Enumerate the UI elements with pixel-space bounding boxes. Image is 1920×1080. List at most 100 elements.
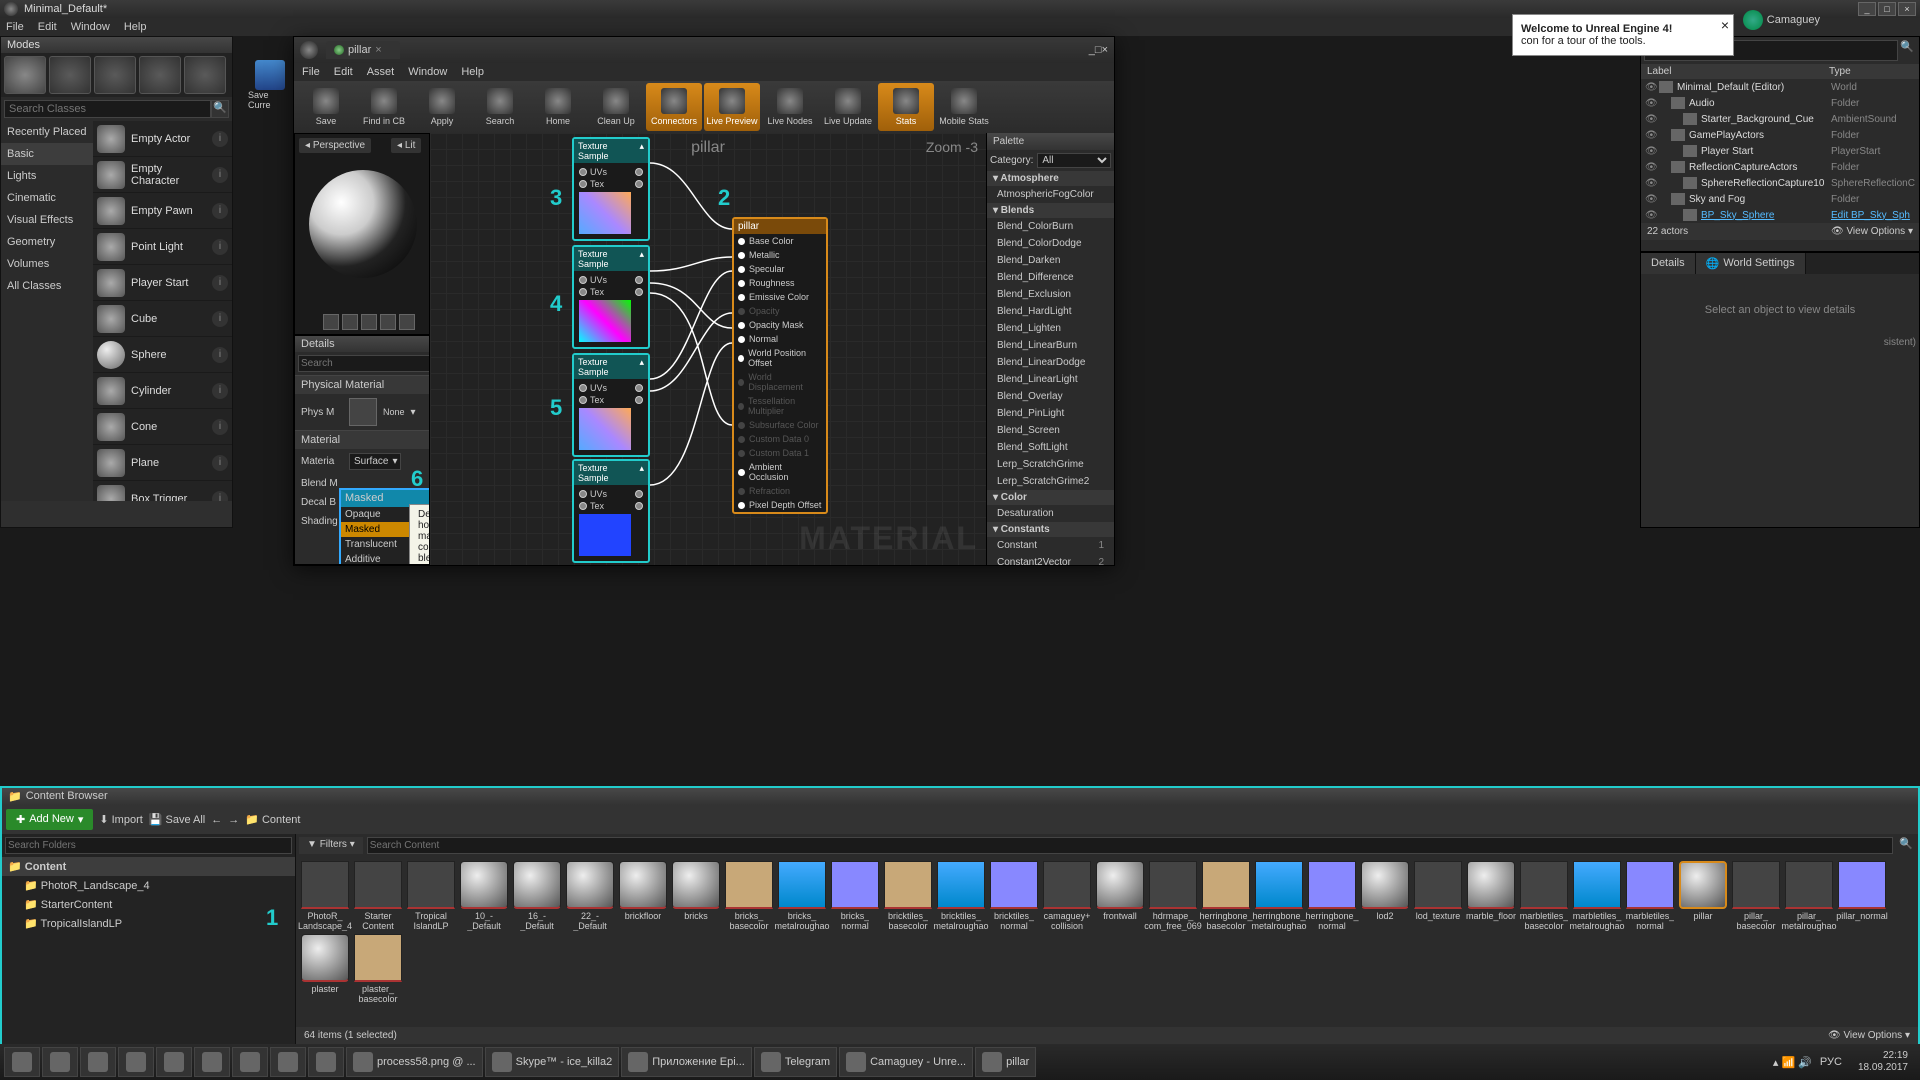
taskbar-item[interactable] bbox=[308, 1047, 344, 1077]
menu-help[interactable]: Help bbox=[124, 21, 147, 33]
outliner-row[interactable]: 👁Sky and FogFolder bbox=[1641, 191, 1919, 207]
actor-cone[interactable]: Conei bbox=[93, 409, 232, 445]
texture-sample-node-4[interactable]: Texture Sample▴ UVs Tex bbox=[572, 459, 650, 563]
find-in-cb-button[interactable]: Find in CB bbox=[356, 83, 412, 131]
info-icon[interactable]: i bbox=[212, 455, 228, 471]
output-pin-metallic[interactable]: Metallic bbox=[734, 248, 826, 262]
asset-item[interactable]: plaster_basecolor bbox=[353, 934, 403, 1004]
palette-section-blends[interactable]: ▾ Blends bbox=[987, 203, 1114, 218]
user-badge[interactable]: Camaguey bbox=[1743, 10, 1820, 30]
menu-edit[interactable]: Edit bbox=[38, 21, 57, 33]
cube-shape-button[interactable] bbox=[380, 314, 396, 330]
asset-item[interactable]: bricktiles_basecolor bbox=[883, 861, 933, 931]
palette-item[interactable]: Blend_PinLight bbox=[987, 405, 1114, 422]
maximize-button[interactable]: □ bbox=[1878, 2, 1896, 16]
material-graph[interactable]: pillar Zoom -3 MATERIAL 3 4 5 2 Texture … bbox=[430, 133, 986, 565]
palette-section-constants[interactable]: ▾ Constants bbox=[987, 522, 1114, 537]
menu-window[interactable]: Window bbox=[71, 21, 110, 33]
asset-item[interactable]: bricks_metalroughao bbox=[777, 861, 827, 931]
outliner-row[interactable]: 👁Starter_Background_CueAmbientSound bbox=[1641, 111, 1919, 127]
palette-item[interactable]: AtmosphericFogColor bbox=[987, 186, 1114, 203]
path-folder[interactable]: 📁 Content bbox=[245, 813, 300, 826]
category-volumes[interactable]: Volumes bbox=[1, 253, 93, 275]
output-pin-tessellation-multiplier[interactable]: Tessellation Multiplier bbox=[734, 394, 826, 418]
asset-item[interactable]: marble_floor bbox=[1466, 861, 1516, 931]
asset-item[interactable]: bricktiles_normal bbox=[989, 861, 1039, 931]
category-recently-placed[interactable]: Recently Placed bbox=[1, 121, 93, 143]
material-domain-dropdown[interactable]: Surface▾ bbox=[349, 453, 401, 470]
palette-item[interactable]: Lerp_ScratchGrime2 bbox=[987, 473, 1114, 490]
asset-item[interactable]: pillar_basecolor bbox=[1731, 861, 1781, 931]
output-pin-emissive-color[interactable]: Emissive Color bbox=[734, 290, 826, 304]
cylinder-shape-button[interactable] bbox=[323, 314, 339, 330]
taskbar-item[interactable]: Skype™ - ice_killa2 bbox=[485, 1047, 620, 1077]
outliner-row[interactable]: 👁SphereReflectionCapture10SphereReflecti… bbox=[1641, 175, 1919, 191]
mat-maximize-button[interactable]: □ bbox=[1095, 44, 1102, 56]
asset-item[interactable]: brickfloor bbox=[618, 861, 668, 931]
palette-item[interactable]: Blend_LinearLight bbox=[987, 371, 1114, 388]
search-folders-input[interactable] bbox=[5, 837, 292, 854]
asset-item[interactable]: 22_-_Default bbox=[565, 861, 615, 931]
perspective-button[interactable]: ◂ Perspective bbox=[299, 138, 371, 153]
mobile-stats-button[interactable]: Mobile Stats bbox=[936, 83, 992, 131]
info-icon[interactable]: i bbox=[212, 419, 228, 435]
category-geometry[interactable]: Geometry bbox=[1, 231, 93, 253]
palette-item[interactable]: Constant2Vector2 bbox=[987, 554, 1114, 565]
add-new-button[interactable]: ✚ Add New ▾ bbox=[6, 809, 93, 830]
asset-item[interactable]: frontwall bbox=[1095, 861, 1145, 931]
actor-cylinder[interactable]: Cylinderi bbox=[93, 373, 232, 409]
asset-item[interactable]: lod2 bbox=[1360, 861, 1410, 931]
taskbar-item[interactable] bbox=[194, 1047, 230, 1077]
asset-item[interactable]: lod_texture bbox=[1413, 861, 1463, 931]
outliner-row[interactable]: 👁BP_Sky_SphereEdit BP_Sky_Sph bbox=[1641, 207, 1919, 223]
tree-item[interactable]: 📁 PhotoR_Landscape_4 bbox=[2, 876, 295, 895]
info-icon[interactable]: i bbox=[212, 383, 228, 399]
asset-item[interactable]: herringbone_normal bbox=[1307, 861, 1357, 931]
actor-player-start[interactable]: Player Starti bbox=[93, 265, 232, 301]
palette-item[interactable]: Blend_Darken bbox=[987, 252, 1114, 269]
material-output-node[interactable]: pillar Base ColorMetallicSpecularRoughne… bbox=[732, 217, 828, 514]
cb-view-options[interactable]: 👁 View Options ▾ bbox=[1828, 1030, 1910, 1041]
asset-item[interactable]: bricks bbox=[671, 861, 721, 931]
info-icon[interactable]: i bbox=[212, 203, 228, 219]
output-pin-opacity-mask[interactable]: Opacity Mask bbox=[734, 318, 826, 332]
asset-item[interactable]: pillar_metalroughao bbox=[1784, 861, 1834, 931]
sphere-shape-button[interactable] bbox=[342, 314, 358, 330]
live-nodes-button[interactable]: Live Nodes bbox=[762, 83, 818, 131]
taskbar-item[interactable]: process58.png @ ... bbox=[346, 1047, 483, 1077]
category-basic[interactable]: Basic bbox=[1, 143, 93, 165]
tree-item[interactable]: 📁 TropicalIslandLP bbox=[2, 914, 295, 933]
output-pin-custom-data-1[interactable]: Custom Data 1 bbox=[734, 446, 826, 460]
info-icon[interactable]: i bbox=[212, 167, 228, 183]
mat-menu-asset[interactable]: Asset bbox=[367, 66, 395, 78]
mat-menu-edit[interactable]: Edit bbox=[334, 66, 353, 78]
asset-item[interactable]: marbletiles_basecolor bbox=[1519, 861, 1569, 931]
actor-point-light[interactable]: Point Lighti bbox=[93, 229, 232, 265]
info-icon[interactable]: i bbox=[212, 131, 228, 147]
texture-sample-node-3[interactable]: Texture Sample▴ UVs Tex bbox=[572, 353, 650, 457]
dropdown-arrow-icon[interactable]: ▾ bbox=[411, 407, 416, 418]
taskbar-clock[interactable]: 22:19 18.09.2017 bbox=[1850, 1050, 1916, 1074]
palette-item[interactable]: Blend_Difference bbox=[987, 269, 1114, 286]
taskbar-item[interactable] bbox=[232, 1047, 268, 1077]
close-button[interactable]: × bbox=[1898, 2, 1916, 16]
asset-item[interactable]: camaguey+collision bbox=[1042, 861, 1092, 931]
palette-item[interactable]: Blend_LinearDodge bbox=[987, 354, 1114, 371]
outliner-row[interactable]: 👁Minimal_Default (Editor)World bbox=[1641, 79, 1919, 95]
taskbar-item[interactable]: Приложение Epi... bbox=[621, 1047, 752, 1077]
landscape-mode-tab[interactable] bbox=[94, 56, 136, 94]
palette-item[interactable]: Blend_Screen bbox=[987, 422, 1114, 439]
asset-item[interactable]: bricks_normal bbox=[830, 861, 880, 931]
import-button[interactable]: ⬇ Import bbox=[99, 813, 142, 826]
outliner-row[interactable]: 👁ReflectionCaptureActorsFolder bbox=[1641, 159, 1919, 175]
tab-close-icon[interactable]: × bbox=[375, 44, 381, 56]
taskbar-item[interactable] bbox=[118, 1047, 154, 1077]
foliage-mode-tab[interactable] bbox=[139, 56, 181, 94]
mat-menu-help[interactable]: Help bbox=[461, 66, 484, 78]
actor-cube[interactable]: Cubei bbox=[93, 301, 232, 337]
taskbar-item[interactable] bbox=[80, 1047, 116, 1077]
output-pin-ambient-occlusion[interactable]: Ambient Occlusion bbox=[734, 460, 826, 484]
palette-item[interactable]: Blend_HardLight bbox=[987, 303, 1114, 320]
palette-section-color[interactable]: ▾ Color bbox=[987, 490, 1114, 505]
output-pin-custom-data-0[interactable]: Custom Data 0 bbox=[734, 432, 826, 446]
